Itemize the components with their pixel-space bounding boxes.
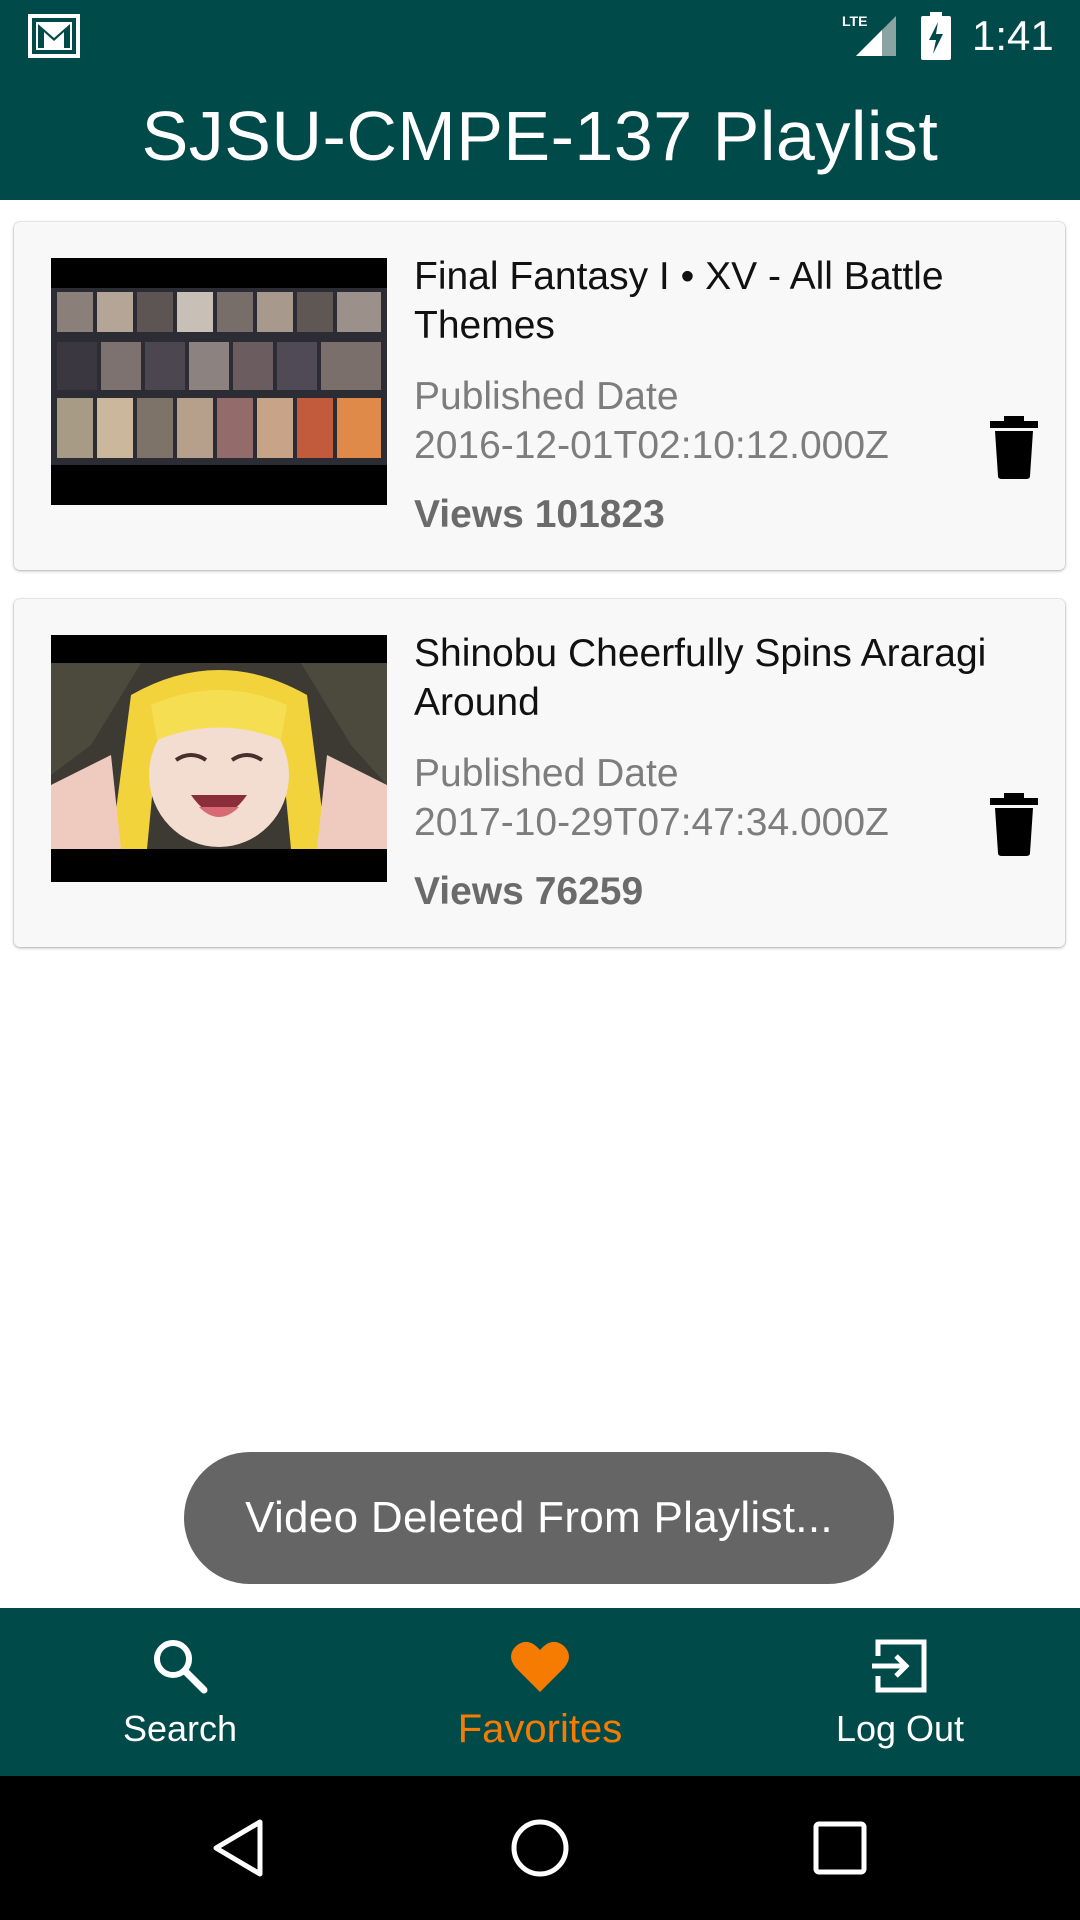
bottom-navigation: Search Favorites Log Out bbox=[0, 1608, 1080, 1776]
trash-icon bbox=[990, 793, 1038, 856]
status-bar: LTE 1:41 bbox=[0, 0, 1080, 72]
page-title: SJSU-CMPE-137 Playlist bbox=[141, 97, 939, 175]
views-label: Views bbox=[414, 870, 524, 913]
heart-icon bbox=[511, 1641, 569, 1692]
battery-charging-icon bbox=[921, 12, 951, 60]
video-thumbnail[interactable] bbox=[51, 635, 387, 882]
views-label: Views bbox=[414, 493, 524, 536]
system-navigation-bar bbox=[0, 1776, 1080, 1920]
views-value: 76259 bbox=[534, 870, 644, 913]
nav-label-search: Search bbox=[122, 1708, 238, 1749]
final-fantasy-thumbnail-image bbox=[51, 258, 387, 505]
home-icon[interactable] bbox=[504, 1812, 576, 1884]
nav-item-logout[interactable]: Log Out bbox=[720, 1608, 1080, 1776]
back-icon[interactable] bbox=[204, 1812, 276, 1884]
toast-notification: Video Deleted From Playlist... bbox=[184, 1452, 894, 1584]
published-date-label: Published Date bbox=[414, 375, 679, 418]
video-title: Final Fantasy I • XV - All Battle Themes bbox=[414, 255, 944, 347]
published-date-value: 2017-10-29T07:47:34.000Z bbox=[414, 801, 889, 844]
svg-text:LTE: LTE bbox=[842, 13, 867, 29]
views-value: 101823 bbox=[534, 493, 665, 536]
video-thumbnail[interactable] bbox=[51, 258, 387, 505]
status-clock: 1:41 bbox=[972, 12, 1054, 59]
nav-label-logout: Log Out bbox=[835, 1708, 965, 1749]
views-count: Views 101823 bbox=[414, 490, 665, 539]
published-date-label: Published Date bbox=[414, 752, 679, 795]
views-count: Views 76259 bbox=[414, 867, 643, 916]
logout-icon bbox=[872, 1639, 927, 1693]
nav-item-search[interactable]: Search bbox=[0, 1608, 360, 1776]
lte-signal-icon: LTE bbox=[842, 13, 896, 56]
app-bar: SJSU-CMPE-137 Playlist bbox=[0, 72, 1080, 200]
playlist-screen: LTE 1:41 SJSU-CMPE-137 Playlist Final Fa… bbox=[0, 0, 1080, 1920]
delete-video-button[interactable] bbox=[986, 414, 1042, 480]
delete-video-button[interactable] bbox=[986, 791, 1042, 857]
nav-label-favorites: Favorites bbox=[457, 1707, 623, 1751]
recents-icon[interactable] bbox=[804, 1812, 876, 1884]
toast-message: Video Deleted From Playlist... bbox=[245, 1493, 833, 1542]
video-title: Shinobu Cheerfully Spins Araragi Around bbox=[414, 632, 987, 724]
video-card[interactable]: Shinobu Cheerfully Spins Araragi Around … bbox=[14, 599, 1065, 947]
video-card[interactable]: Final Fantasy I • XV - All Battle Themes… bbox=[14, 222, 1065, 570]
published-date-value: 2016-12-01T02:10:12.000Z bbox=[414, 424, 889, 467]
gmail-icon bbox=[28, 14, 80, 58]
shinobu-thumbnail-image bbox=[51, 635, 387, 882]
search-icon bbox=[154, 1640, 208, 1694]
trash-icon bbox=[990, 416, 1038, 479]
nav-item-favorites[interactable]: Favorites bbox=[360, 1608, 720, 1776]
